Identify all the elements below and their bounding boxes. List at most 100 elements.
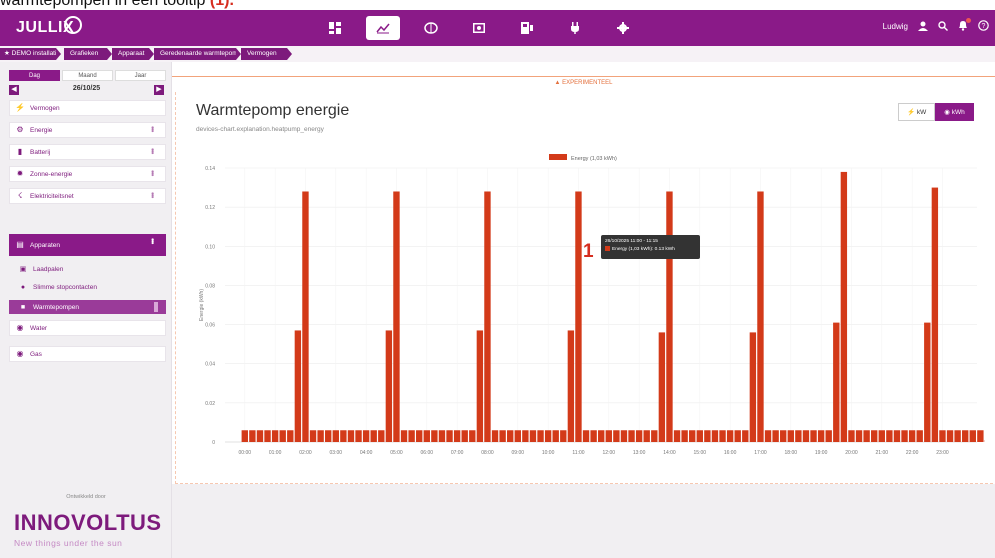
plug-icon[interactable] <box>558 16 592 40</box>
meter-icon[interactable] <box>462 16 496 40</box>
bar <box>408 430 415 442</box>
lightning-icon: ⚡ <box>907 109 916 116</box>
bar <box>522 430 529 442</box>
breadcrumb-item[interactable]: Geredenaarde warmtepomp <box>154 48 241 60</box>
home-icon: ★ <box>4 50 10 57</box>
sidebar-item-elektriciteitsnet[interactable]: ☇ Elektriciteitsnet ••• <box>9 188 166 204</box>
sidebar-item-zonne-energie[interactable]: ✹ Zonne-energie ••• <box>9 166 166 182</box>
sun-icon: ✹ <box>16 169 24 178</box>
bar <box>370 430 377 442</box>
page-title: Warmtepomp energie <box>196 102 350 119</box>
x-tick-label: 21:00 <box>876 450 889 456</box>
dashboard-icon[interactable] <box>318 16 352 40</box>
breadcrumb: ★ DEMO installatie Grafieken Apparaat Ge… <box>0 46 995 62</box>
tab-month[interactable]: Maand <box>62 70 113 81</box>
x-tick-label: 05:00 <box>390 450 403 456</box>
sidebar-item-laadpalen[interactable]: ▣ Laadpalen <box>9 262 166 276</box>
bar <box>946 430 954 442</box>
bar <box>651 430 658 442</box>
breadcrumb-item[interactable]: Grafieken <box>64 48 112 60</box>
sidebar-item-label: Batterij <box>30 148 51 156</box>
tab-year[interactable]: Jaar <box>115 70 166 81</box>
bar <box>878 430 885 442</box>
sidebar-item-slimme-stopcontacten[interactable]: ● Slimme stopcontacten <box>9 280 166 294</box>
bar <box>340 430 347 442</box>
next-date-button[interactable]: ▶ <box>154 85 164 95</box>
bar <box>287 430 294 442</box>
x-tick-label: 15:00 <box>694 450 707 456</box>
breadcrumb-item[interactable]: Apparaat <box>112 48 154 60</box>
kwh-label: kWh <box>951 109 965 116</box>
bar <box>560 430 567 442</box>
smart-meter-icon[interactable] <box>510 16 544 40</box>
bar <box>901 430 908 442</box>
chart-icon[interactable] <box>366 16 400 40</box>
y-tick-label: 0.14 <box>205 166 215 172</box>
user-name[interactable]: Ludwig <box>883 22 908 31</box>
bar <box>969 430 976 442</box>
x-tick-label: 04:00 <box>360 450 373 456</box>
more-options-icon[interactable]: ••• <box>148 170 157 175</box>
kwh-button[interactable]: ◉ kWh <box>935 103 974 121</box>
sidebar-item-label: Elektriciteitsnet <box>30 192 74 200</box>
tooltip-value: Energy (1,03 kWh): 0.13 kWh <box>612 247 675 252</box>
bar <box>863 430 870 442</box>
energy-bar-chart: Energy (1,03 kWh) 0 0.02 0.04 0.06 0.08 0.10 0.… <box>199 154 985 456</box>
content-footer <box>172 484 995 558</box>
notification-bell-icon[interactable] <box>958 18 971 33</box>
innovoltus-logo[interactable]: INNOVOLTUS <box>14 510 162 536</box>
more-options-icon[interactable]: ••• <box>148 238 157 243</box>
y-tick-label: 0 <box>212 440 215 446</box>
y-tick-label: 0.06 <box>205 323 215 329</box>
settings-gear-icon[interactable] <box>606 16 640 40</box>
more-options-icon[interactable]: ••• <box>148 126 157 131</box>
brain-icon[interactable] <box>414 16 448 40</box>
bar <box>598 430 605 442</box>
bar <box>507 430 514 442</box>
help-icon[interactable]: ? <box>978 20 989 33</box>
bar <box>461 430 468 442</box>
sidebar-item-batterij[interactable]: ▮ Batterij ••• <box>9 144 166 160</box>
x-tick-label: 17:00 <box>754 450 767 456</box>
y-tick-label: 0.04 <box>205 362 215 368</box>
caption: warmtepompen in een tooltip (1). <box>0 0 234 10</box>
sidebar-item-label: Apparaten <box>30 241 60 249</box>
sidebar-item-warmtepompen[interactable]: ■ Warmtepompen <box>9 300 166 314</box>
bar <box>514 430 521 442</box>
bar <box>689 430 696 442</box>
tab-day[interactable]: Dag <box>9 70 60 81</box>
x-tick-label: 11:00 <box>572 450 584 456</box>
bar <box>249 430 256 442</box>
sidebar-item-apparaten[interactable]: ▤ Apparaten ••• <box>9 234 166 256</box>
sidebar-item-water[interactable]: ◉ Water <box>9 320 166 336</box>
bar <box>302 191 309 442</box>
legend-label: Energy (1,03 kWh) <box>571 156 617 162</box>
date-display[interactable]: 26/10/25 <box>9 85 164 92</box>
bar <box>666 191 673 442</box>
bar <box>378 430 385 442</box>
more-options-icon[interactable]: ••• <box>148 192 157 197</box>
user-icon[interactable] <box>918 21 928 33</box>
breadcrumb-item[interactable]: ★ DEMO installatie <box>0 48 61 60</box>
more-options-icon[interactable]: ••• <box>148 148 157 153</box>
bar <box>673 430 681 442</box>
bar <box>977 430 984 442</box>
more-options-icon[interactable] <box>154 302 158 312</box>
kw-button[interactable]: ⚡ kW <box>898 103 936 121</box>
top-bar: JULLIX Ludwig ? <box>0 10 995 46</box>
experimental-label: EXPERIMENTEEL <box>562 80 613 86</box>
bar <box>416 430 423 442</box>
gauge-icon: ◉ <box>944 109 950 116</box>
legend-swatch <box>549 154 567 160</box>
sidebar-item-gas[interactable]: ◉ Gas <box>9 346 166 362</box>
search-icon[interactable] <box>938 20 948 33</box>
bar <box>886 430 893 442</box>
sidebar-item-energie[interactable]: ⚙ Energie ••• <box>9 122 166 138</box>
breadcrumb-item[interactable]: Vermogen <box>241 48 292 60</box>
bar <box>962 430 969 442</box>
sidebar-item-vermogen[interactable]: ⚡ Vermogen <box>9 100 166 116</box>
bar <box>696 430 703 442</box>
sidebar-item-label: Water <box>30 324 48 332</box>
x-tick-label: 13:00 <box>633 450 646 456</box>
sidebar-item-label: Vermogen <box>30 104 60 112</box>
